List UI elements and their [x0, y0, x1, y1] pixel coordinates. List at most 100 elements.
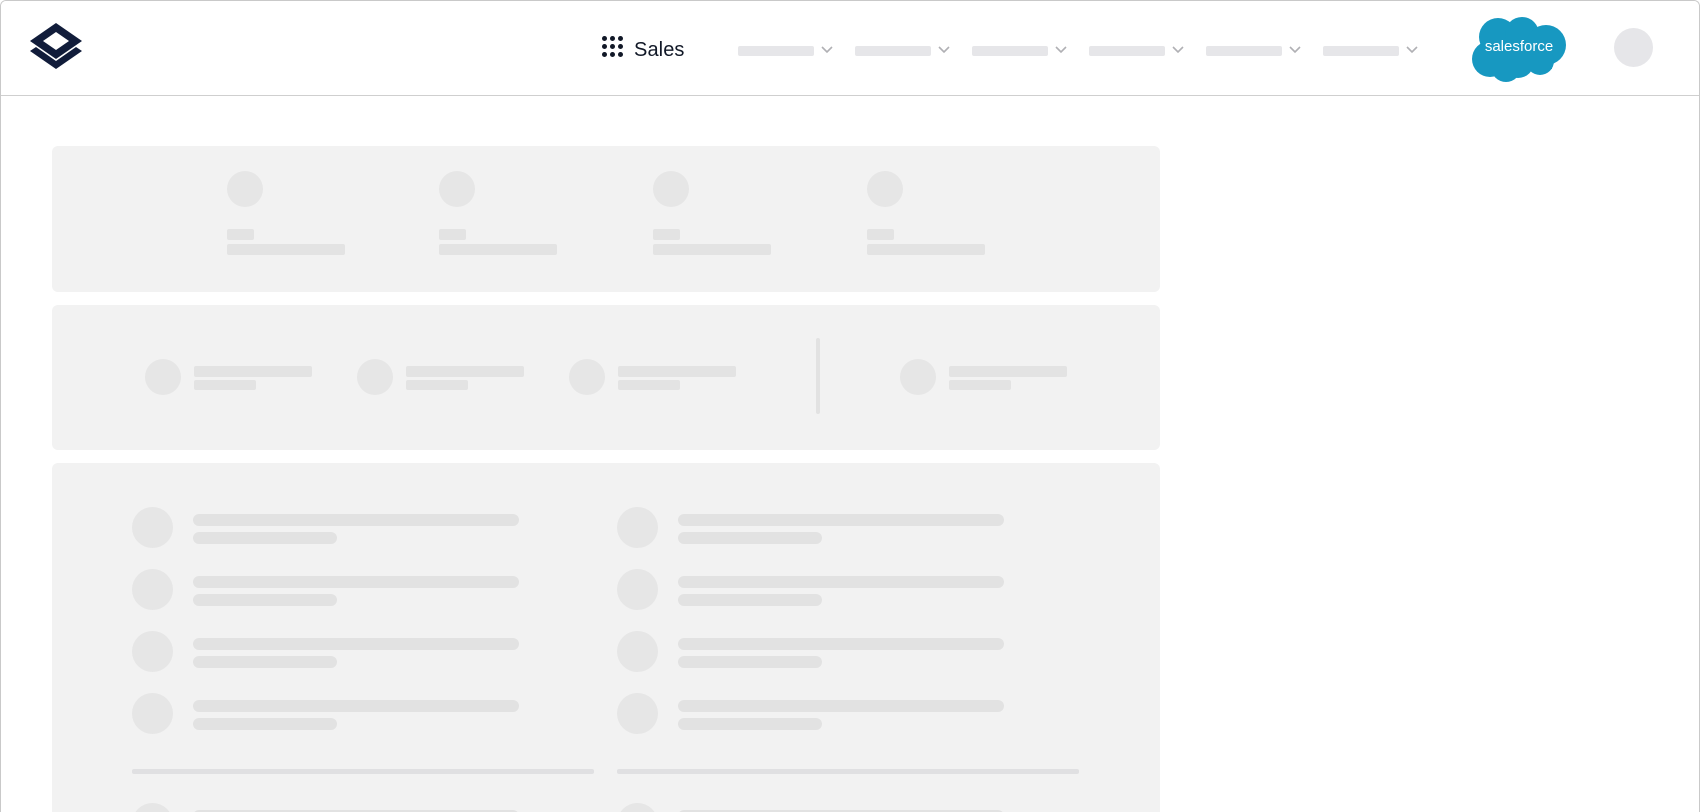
list-item-icon-placeholder	[617, 631, 658, 672]
nav-item-label-placeholder	[1323, 46, 1399, 56]
list-section-divider	[617, 769, 1079, 774]
list-item-title-placeholder	[678, 514, 1004, 526]
metric-subtitle-placeholder	[618, 380, 680, 390]
list-item-subtitle-placeholder	[193, 532, 337, 544]
stat-label-placeholder	[867, 244, 985, 255]
list-item-icon-placeholder	[617, 693, 658, 734]
list-item-subtitle-placeholder	[678, 656, 822, 668]
list-item-skeleton	[617, 631, 1017, 675]
list-item-subtitle-placeholder	[193, 594, 337, 606]
metric-skeleton	[569, 305, 769, 450]
metric-icon-placeholder	[145, 359, 181, 395]
list-item-title-placeholder	[678, 700, 1004, 712]
top-header: Sales salesforce	[1, 1, 1699, 96]
nav-item-6[interactable]	[1323, 41, 1427, 61]
list-item-skeleton	[132, 693, 532, 737]
list-item-skeleton	[132, 569, 532, 613]
metric-subtitle-placeholder	[406, 380, 468, 390]
nav-item-5[interactable]	[1206, 41, 1310, 61]
list-item-icon-placeholder	[132, 631, 173, 672]
metric-subtitle-placeholder	[194, 380, 256, 390]
metric-title-placeholder	[618, 366, 736, 377]
list-item-icon-placeholder	[617, 569, 658, 610]
metric-icon-placeholder	[357, 359, 393, 395]
chevron-down-icon	[821, 46, 833, 54]
stat-label-placeholder	[653, 244, 771, 255]
metric-subtitle-placeholder	[949, 380, 1011, 390]
metrics-divider	[816, 338, 820, 414]
metric-title-placeholder	[194, 366, 312, 377]
list-item-subtitle-placeholder	[193, 656, 337, 668]
list-item-title-placeholder	[193, 576, 519, 588]
stat-skeleton	[227, 146, 357, 292]
list-card-skeleton	[52, 463, 1160, 812]
metric-skeleton	[145, 305, 345, 450]
metric-title-placeholder	[949, 366, 1067, 377]
list-item-skeleton	[617, 693, 1017, 737]
chevron-down-icon	[938, 46, 950, 54]
list-item-title-placeholder	[193, 514, 519, 526]
nav-item-2[interactable]	[855, 41, 959, 61]
nav-item-1[interactable]	[738, 41, 842, 61]
stat-skeleton	[653, 146, 783, 292]
stat-value-placeholder	[439, 229, 466, 240]
nav-item-label-placeholder	[1206, 46, 1282, 56]
list-item-subtitle-placeholder	[193, 718, 337, 730]
list-item-skeleton	[617, 803, 1017, 812]
chevron-down-icon	[1289, 46, 1301, 54]
stat-icon-placeholder	[227, 171, 263, 207]
list-item-icon-placeholder	[617, 507, 658, 548]
user-avatar[interactable]	[1614, 28, 1653, 67]
chevron-down-icon	[1406, 46, 1418, 54]
list-item-title-placeholder	[193, 638, 519, 650]
stat-skeleton	[439, 146, 569, 292]
metric-title-placeholder	[406, 366, 524, 377]
stat-value-placeholder	[867, 229, 894, 240]
list-item-title-placeholder	[193, 700, 519, 712]
list-item-subtitle-placeholder	[678, 594, 822, 606]
chevron-down-icon	[1055, 46, 1067, 54]
nav-item-3[interactable]	[972, 41, 1076, 61]
stat-skeleton	[867, 146, 997, 292]
list-item-icon-placeholder	[617, 803, 658, 812]
list-item-title-placeholder	[678, 638, 1004, 650]
salesforce-logo-text: salesforce	[1485, 38, 1553, 55]
list-section-divider	[132, 769, 594, 774]
list-item-skeleton	[132, 507, 532, 551]
stat-label-placeholder	[439, 244, 557, 255]
nav-item-label-placeholder	[738, 46, 814, 56]
nav-item-4[interactable]	[1089, 41, 1193, 61]
stat-label-placeholder	[227, 244, 345, 255]
list-item-icon-placeholder	[132, 803, 173, 812]
list-item-title-placeholder	[678, 576, 1004, 588]
stat-value-placeholder	[227, 229, 254, 240]
list-item-subtitle-placeholder	[678, 532, 822, 544]
list-item-subtitle-placeholder	[678, 718, 822, 730]
list-item-skeleton	[132, 631, 532, 675]
nav-item-label-placeholder	[972, 46, 1048, 56]
list-item-icon-placeholder	[132, 507, 173, 548]
list-item-skeleton	[617, 569, 1017, 613]
stats-card-skeleton	[52, 146, 1160, 292]
list-item-skeleton	[617, 507, 1017, 551]
list-item-icon-placeholder	[132, 569, 173, 610]
metric-icon-placeholder	[900, 359, 936, 395]
stat-icon-placeholder	[439, 171, 475, 207]
nav-item-label-placeholder	[1089, 46, 1165, 56]
stat-value-placeholder	[653, 229, 680, 240]
app-window: Sales salesforce	[0, 0, 1700, 812]
app-launcher-grid-icon[interactable]	[602, 36, 624, 58]
salesforce-logo-icon[interactable]: salesforce	[1470, 15, 1568, 83]
metric-icon-placeholder	[569, 359, 605, 395]
list-item-skeleton	[132, 803, 532, 812]
company-logo-icon[interactable]	[28, 21, 84, 71]
app-name: Sales	[634, 39, 685, 61]
nav-item-label-placeholder	[855, 46, 931, 56]
metric-skeleton	[357, 305, 557, 450]
metric-skeleton	[900, 305, 1100, 450]
metrics-card-skeleton	[52, 305, 1160, 450]
stat-icon-placeholder	[867, 171, 903, 207]
list-item-icon-placeholder	[132, 693, 173, 734]
stat-icon-placeholder	[653, 171, 689, 207]
chevron-down-icon	[1172, 46, 1184, 54]
